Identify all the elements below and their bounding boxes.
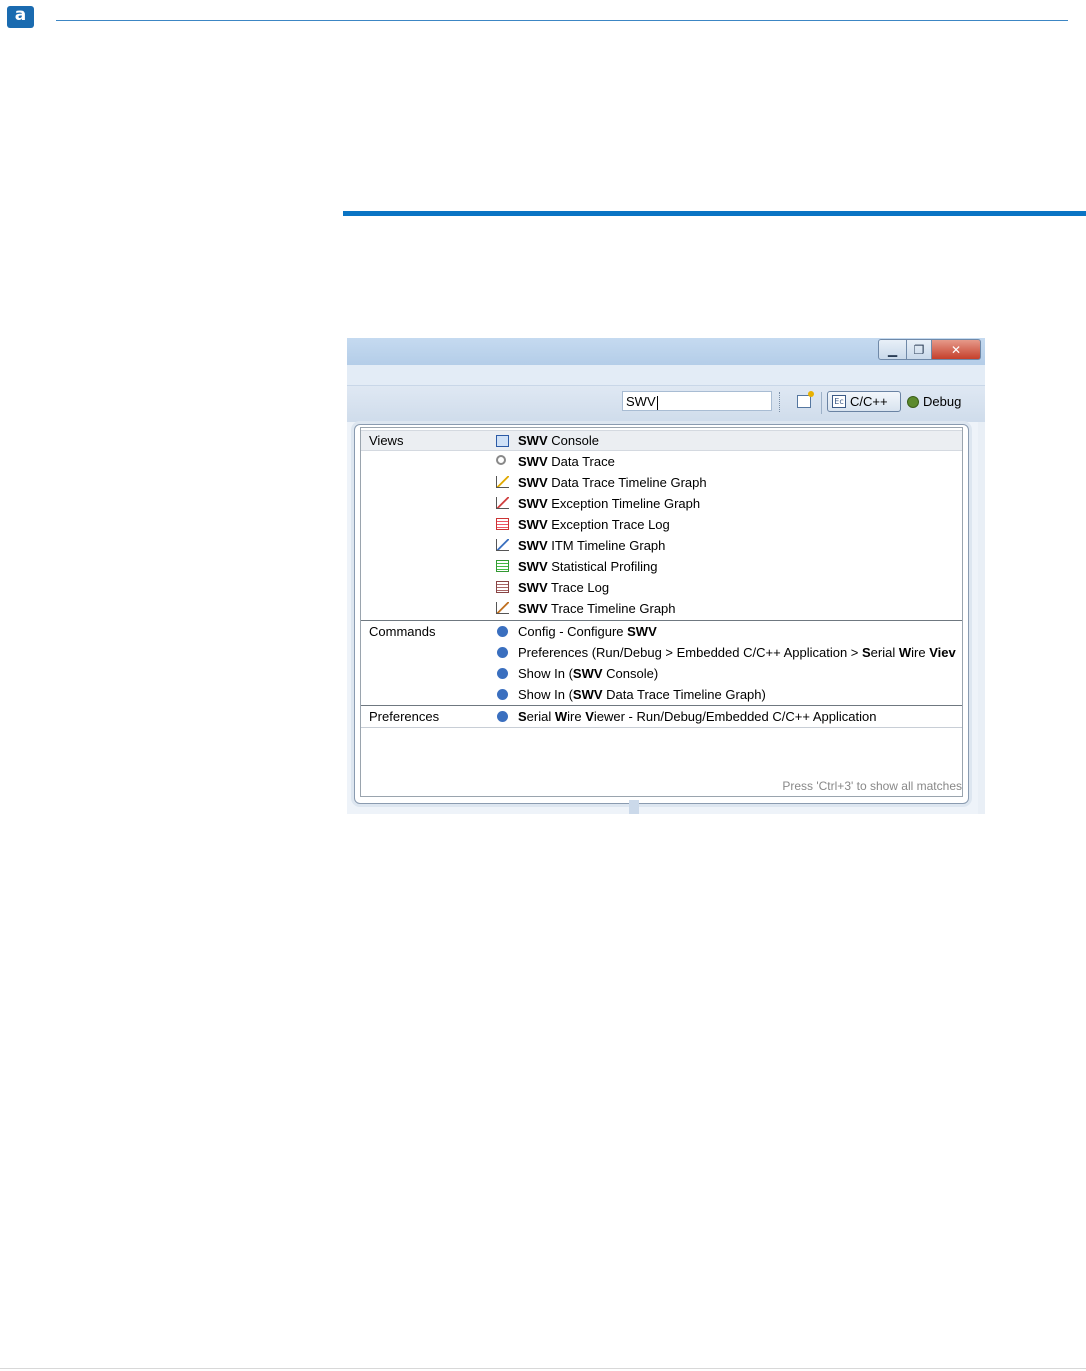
minimize-button[interactable]: ▁	[878, 339, 907, 360]
item-text: SWV Exception Trace Log	[518, 517, 670, 532]
brown-table-icon	[496, 581, 509, 593]
orange-graph-icon	[496, 602, 509, 614]
perspective-debug-button[interactable]: Debug	[907, 391, 961, 412]
command-bullet-icon	[497, 689, 508, 700]
quick-access-list: Views SWV Console SWV Data Trace SWV Dat…	[360, 427, 963, 797]
section-divider-bar	[343, 211, 1086, 216]
text-caret	[656, 395, 658, 410]
list-item-command[interactable]: Show In (SWV Console)	[361, 663, 962, 684]
open-perspective-icon[interactable]	[797, 391, 814, 408]
show-all-matches-hint: Press 'Ctrl+3' to show all matches	[782, 779, 962, 793]
background-scroll-strip	[629, 800, 639, 814]
category-divider	[361, 727, 962, 728]
list-item-view[interactable]: SWV Data Trace Timeline Graph	[361, 472, 962, 493]
restore-button[interactable]: ❐	[907, 339, 932, 360]
quick-access-search-input[interactable]: SWV	[622, 391, 772, 411]
list-item-view[interactable]: SWV Exception Timeline Graph	[361, 493, 962, 514]
footer-rule	[0, 1368, 1086, 1369]
logo-letter: a	[14, 5, 27, 25]
command-bullet-icon	[497, 647, 508, 658]
category-preferences-label: Preferences	[369, 709, 440, 724]
quick-access-popup: Views SWV Console SWV Data Trace SWV Dat…	[354, 424, 969, 804]
item-text: Show In (SWV Console)	[518, 666, 659, 681]
list-item-command[interactable]: Commands Config - Configure SWV	[361, 621, 962, 642]
console-icon	[496, 435, 509, 447]
category-commands-label: Commands	[369, 624, 436, 639]
close-button[interactable]: ✕	[932, 339, 981, 360]
category-views-label: Views	[369, 433, 404, 448]
perspective-cpp-button[interactable]: Ec C/C++	[827, 391, 901, 412]
list-item-view[interactable]: SWV Data Trace	[361, 451, 962, 472]
ide-screenshot: ▁ ❐ ✕ SWV Ec C/C++ Debug Views SWV Conso…	[347, 338, 985, 814]
list-item-view[interactable]: Views SWV Console	[361, 430, 962, 451]
list-item-preference[interactable]: Preferences Serial Wire Viewer - Run/Deb…	[361, 706, 962, 727]
list-item-view[interactable]: SWV Trace Log	[361, 577, 962, 598]
search-icon	[496, 455, 506, 465]
cpp-perspective-icon: Ec	[832, 395, 846, 408]
logo: a	[7, 6, 34, 28]
item-text: SWV Console	[518, 433, 599, 448]
window-controls: ▁ ❐ ✕	[878, 339, 981, 360]
item-text: SWV Statistical Profiling	[518, 559, 658, 574]
list-item-command[interactable]: Show In (SWV Data Trace Timeline Graph)	[361, 684, 962, 705]
perspective-debug-label: Debug	[923, 394, 962, 409]
list-item-view[interactable]: SWV Trace Timeline Graph	[361, 598, 962, 619]
item-text: SWV Exception Timeline Graph	[518, 496, 701, 511]
preference-bullet-icon	[497, 711, 508, 722]
list-item-view[interactable]: SWV Exception Trace Log	[361, 514, 962, 535]
list-item-view[interactable]: SWV Statistical Profiling	[361, 556, 962, 577]
command-bullet-icon	[497, 626, 508, 637]
header-rule	[56, 20, 1068, 21]
main-toolbar: SWV Ec C/C++ Debug	[347, 386, 985, 422]
item-text: Preferences (Run/Debug > Embedded C/C++ …	[518, 645, 956, 660]
item-text: Config - Configure SWV	[518, 624, 657, 639]
perspective-cpp-label: C/C++	[850, 394, 888, 409]
list-item-view[interactable]: SWV ITM Timeline Graph	[361, 535, 962, 556]
item-text: Serial Wire Viewer - Run/Debug/Embedded …	[518, 709, 877, 724]
window-edge	[978, 422, 985, 814]
bug-icon	[907, 395, 919, 408]
search-value: SWV	[626, 394, 656, 409]
command-bullet-icon	[497, 668, 508, 679]
blue-graph-icon	[496, 539, 509, 551]
menu-bar-area	[347, 365, 985, 386]
list-item-command[interactable]: Preferences (Run/Debug > Embedded C/C++ …	[361, 642, 962, 663]
item-text: SWV ITM Timeline Graph	[518, 538, 666, 553]
yellow-graph-icon	[496, 476, 509, 488]
toolbar-separator	[821, 392, 822, 414]
item-text: SWV Data Trace Timeline Graph	[518, 475, 707, 490]
green-table-icon	[496, 560, 509, 572]
item-text: Show In (SWV Data Trace Timeline Graph)	[518, 687, 766, 702]
item-text: SWV Trace Timeline Graph	[518, 601, 676, 616]
window-titlebar: ▁ ❐ ✕	[347, 338, 985, 365]
red-table-icon	[496, 518, 509, 530]
toolbar-grip[interactable]	[779, 392, 782, 412]
item-text: SWV Trace Log	[518, 580, 610, 595]
red-graph-icon	[496, 497, 509, 509]
item-text: SWV Data Trace	[518, 454, 615, 469]
